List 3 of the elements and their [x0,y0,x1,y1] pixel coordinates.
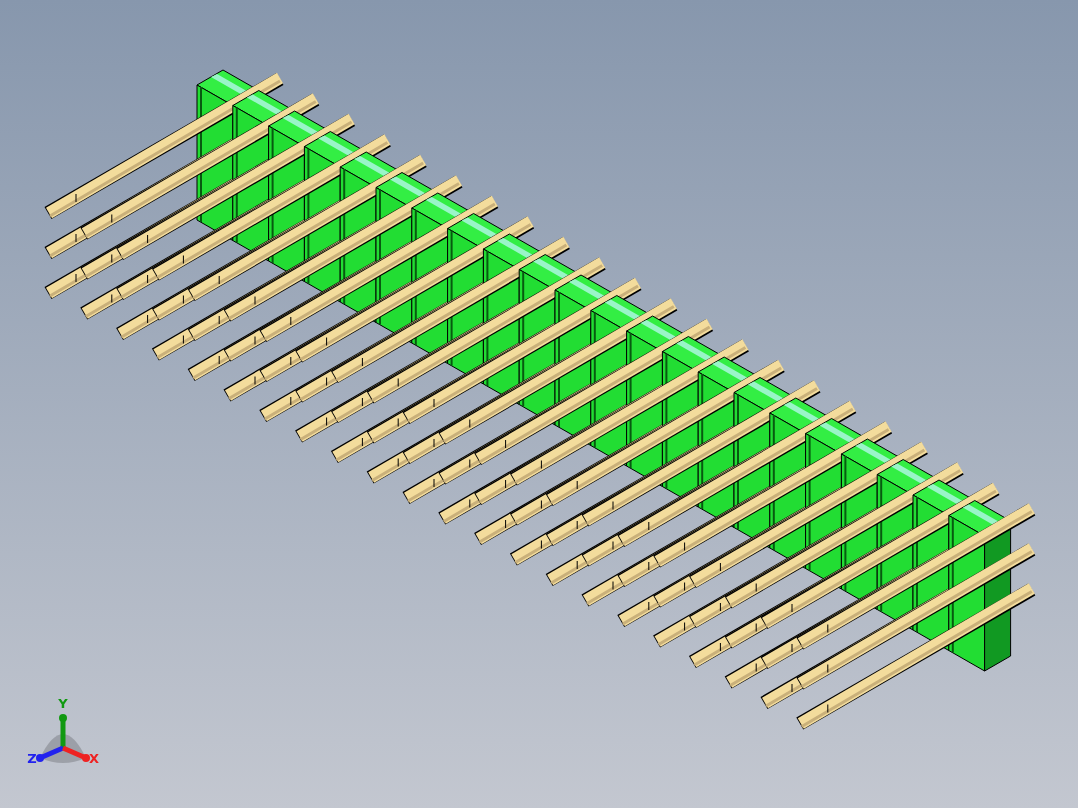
axis-label: Y [58,696,68,711]
axis-label: X [89,751,99,766]
axis-label: Z [27,751,37,766]
